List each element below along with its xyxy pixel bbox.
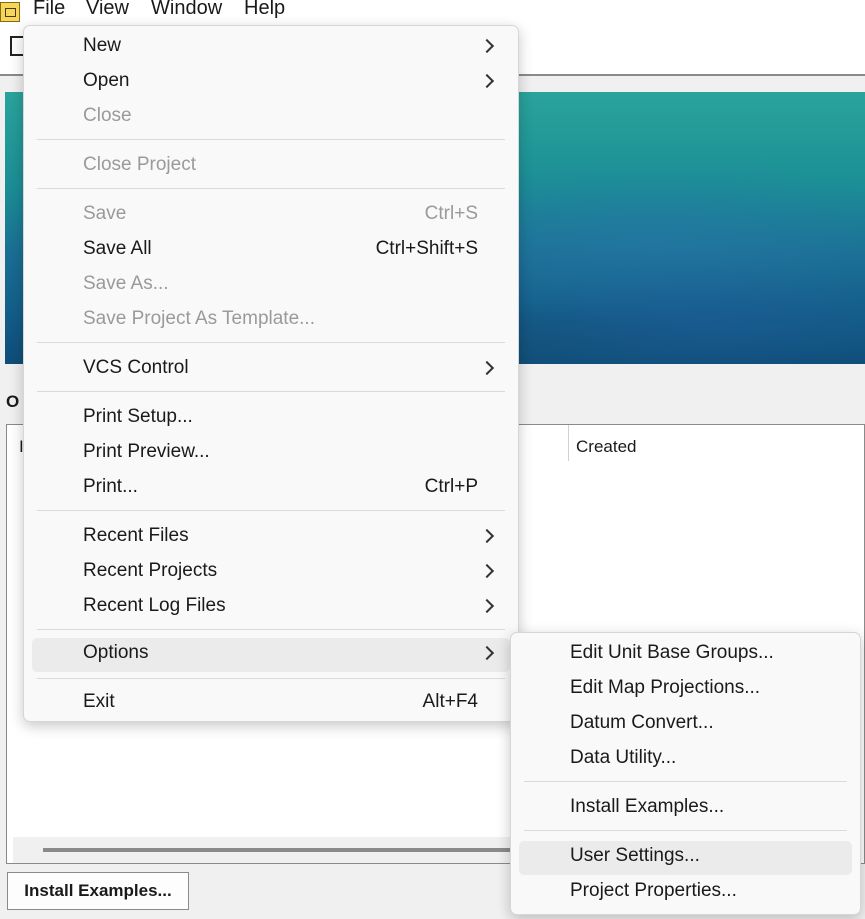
menu-item-shortcut: Ctrl+S bbox=[424, 203, 478, 224]
menu-item-save-project-as-template: Save Project As Template... bbox=[32, 304, 510, 338]
menu-item-data-utility[interactable]: Data Utility... bbox=[519, 743, 852, 777]
menu-item-shortcut: Ctrl+P bbox=[424, 476, 478, 497]
menu-item-label: Print... bbox=[83, 476, 138, 497]
menu-item-label: VCS Control bbox=[83, 357, 189, 378]
column-divider[interactable] bbox=[568, 425, 569, 461]
menu-item-label: Print Preview... bbox=[83, 441, 210, 462]
menu-item-label: Print Setup... bbox=[83, 406, 193, 427]
menu-item-print-setup[interactable]: Print Setup... bbox=[32, 402, 510, 436]
menu-item-label: Edit Map Projections... bbox=[570, 677, 761, 698]
menu-item-new[interactable]: New bbox=[32, 31, 510, 65]
menu-item-install-examples[interactable]: Install Examples... bbox=[519, 792, 852, 826]
menu-item-label: Recent Projects bbox=[83, 560, 218, 581]
menu-item-recent-files[interactable]: Recent Files bbox=[32, 521, 510, 555]
options-submenu: Edit Unit Base Groups... Edit Map Projec… bbox=[510, 632, 861, 915]
menu-item-datum-convert[interactable]: Datum Convert... bbox=[519, 708, 852, 742]
section-label: O bbox=[6, 392, 20, 411]
chevron-right-icon bbox=[479, 360, 495, 376]
menu-bar: File View Window Help bbox=[0, 0, 865, 24]
menu-item-print[interactable]: Print... Ctrl+P bbox=[32, 472, 510, 506]
menu-separator bbox=[37, 629, 505, 630]
menu-item-shortcut: Alt+F4 bbox=[422, 691, 478, 712]
menu-help[interactable]: Help bbox=[240, 0, 289, 20]
menu-item-save-all[interactable]: Save All Ctrl+Shift+S bbox=[32, 234, 510, 268]
menu-separator bbox=[37, 188, 505, 189]
menu-item-label: Options bbox=[83, 642, 149, 663]
menu-item-recent-projects[interactable]: Recent Projects bbox=[32, 556, 510, 590]
menu-item-label: Edit Unit Base Groups... bbox=[570, 642, 774, 663]
menu-item-label: Save bbox=[83, 203, 127, 224]
menu-item-label: Save As... bbox=[83, 273, 169, 294]
menu-window[interactable]: Window bbox=[147, 0, 226, 20]
menu-separator bbox=[37, 678, 505, 679]
menu-separator bbox=[37, 391, 505, 392]
menu-item-label: Close bbox=[83, 105, 132, 126]
menu-item-close-project: Close Project bbox=[32, 150, 510, 184]
install-examples-button[interactable]: Install Examples... bbox=[7, 872, 189, 910]
menu-item-save: Save Ctrl+S bbox=[32, 199, 510, 233]
menu-item-label: User Settings... bbox=[570, 845, 700, 866]
menu-item-label: New bbox=[83, 35, 122, 56]
scrollbar-thumb[interactable] bbox=[43, 848, 533, 852]
menu-item-label: Datum Convert... bbox=[570, 712, 714, 733]
menu-item-label: Close Project bbox=[83, 154, 196, 175]
menu-item-label: Project Properties... bbox=[570, 880, 737, 901]
menu-item-label: Install Examples... bbox=[570, 796, 725, 817]
menu-item-close: Close bbox=[32, 101, 510, 135]
menu-separator bbox=[37, 139, 505, 140]
column-header-created[interactable]: Created bbox=[576, 437, 636, 457]
menu-item-vcs-control[interactable]: VCS Control bbox=[32, 353, 510, 387]
chevron-right-icon bbox=[479, 528, 495, 544]
chevron-right-icon bbox=[479, 645, 495, 661]
chevron-right-icon bbox=[479, 598, 495, 614]
menu-item-label: Recent Log Files bbox=[83, 595, 226, 616]
menu-item-save-as: Save As... bbox=[32, 269, 510, 303]
menu-separator bbox=[524, 830, 847, 831]
menu-item-edit-map-projections[interactable]: Edit Map Projections... bbox=[519, 673, 852, 707]
menu-item-recent-log-files[interactable]: Recent Log Files bbox=[32, 591, 510, 625]
menu-item-label: Recent Files bbox=[83, 525, 189, 546]
menu-separator bbox=[524, 781, 847, 782]
menu-item-exit[interactable]: Exit Alt+F4 bbox=[32, 687, 510, 721]
app-icon[interactable] bbox=[0, 2, 20, 22]
menu-view[interactable]: View bbox=[82, 0, 133, 20]
menu-separator bbox=[37, 510, 505, 511]
menu-item-options[interactable]: Options bbox=[32, 638, 510, 672]
menu-item-open[interactable]: Open bbox=[32, 66, 510, 100]
menu-item-label: Exit bbox=[83, 691, 115, 712]
menu-item-print-preview[interactable]: Print Preview... bbox=[32, 437, 510, 471]
menu-separator bbox=[37, 342, 505, 343]
chevron-right-icon bbox=[479, 38, 495, 54]
menu-item-shortcut: Ctrl+Shift+S bbox=[375, 238, 478, 259]
file-menu: New Open Close Close Project Save Ctrl+S… bbox=[23, 25, 519, 722]
new-document-icon[interactable] bbox=[10, 36, 24, 56]
chevron-right-icon bbox=[479, 563, 495, 579]
menu-item-label: Save Project As Template... bbox=[83, 308, 315, 329]
menu-item-edit-unit-base-groups[interactable]: Edit Unit Base Groups... bbox=[519, 638, 852, 672]
menu-item-label: Data Utility... bbox=[570, 747, 677, 768]
chevron-right-icon bbox=[479, 73, 495, 89]
menu-file[interactable]: File bbox=[29, 0, 69, 20]
menu-item-user-settings[interactable]: User Settings... bbox=[519, 841, 852, 875]
menu-item-label: Save All bbox=[83, 238, 152, 259]
menu-item-label: Open bbox=[83, 70, 130, 91]
menu-item-project-properties[interactable]: Project Properties... bbox=[519, 876, 852, 910]
